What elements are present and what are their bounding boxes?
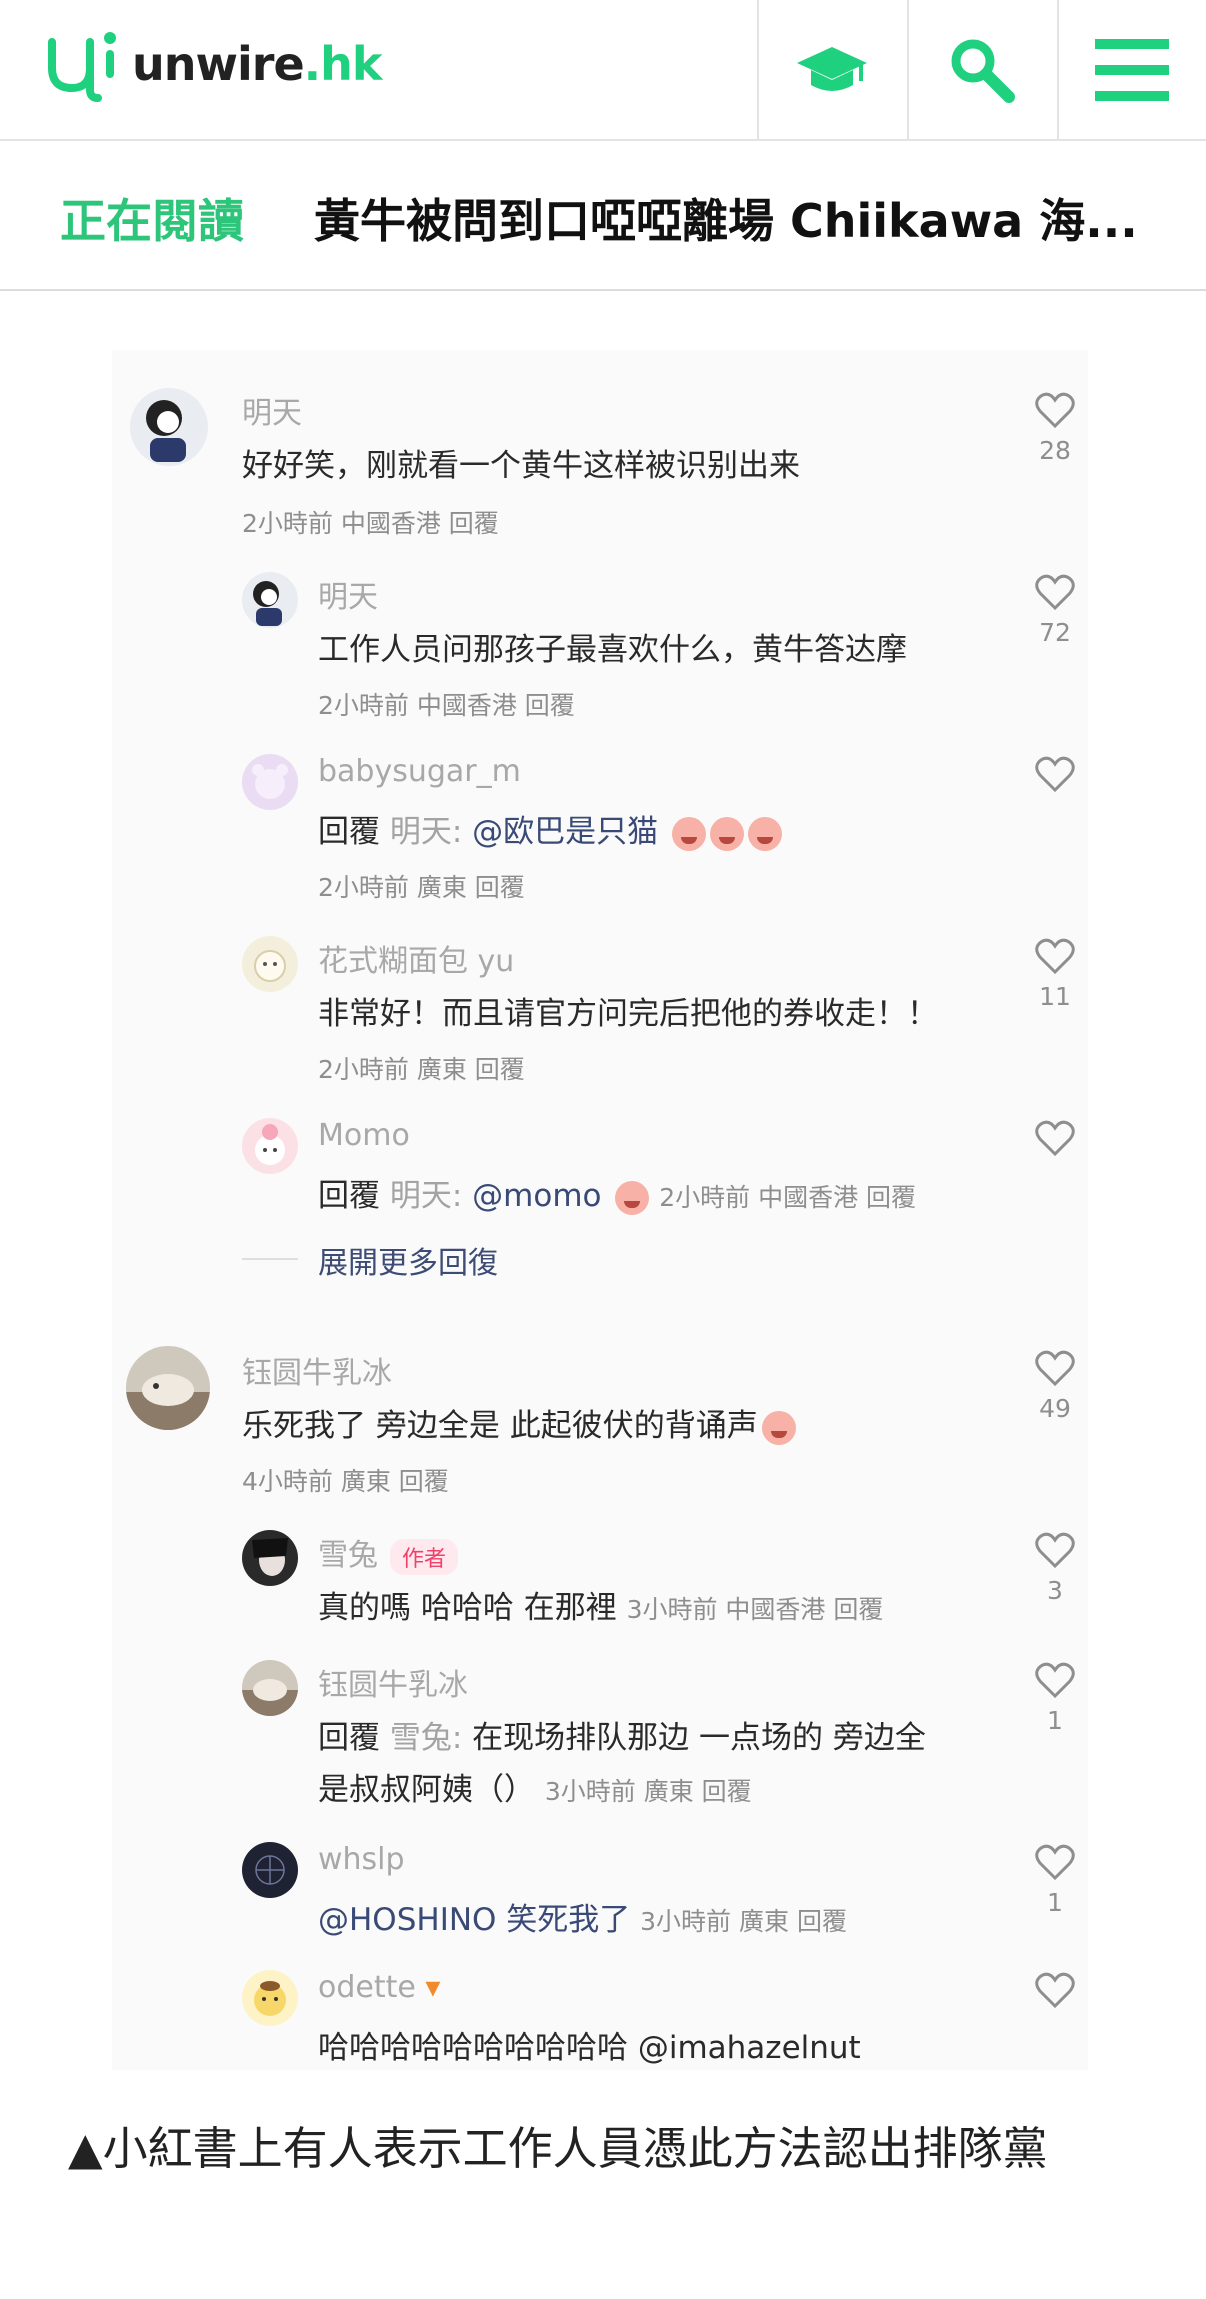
comment-meta: 2小時前 廣東 回覆 bbox=[318, 873, 525, 902]
avatar bbox=[242, 1118, 298, 1174]
divider bbox=[242, 1258, 298, 1260]
comment-meta: 2小時前 中國香港 回覆 bbox=[242, 509, 499, 538]
like-count: 3 bbox=[1047, 1576, 1063, 1605]
avatar bbox=[242, 754, 298, 810]
comment-text: 回覆 明天: @欧巴是只猫 bbox=[318, 806, 783, 851]
like-button[interactable]: 49 bbox=[1030, 1350, 1080, 1423]
avatar bbox=[242, 936, 298, 992]
like-button[interactable] bbox=[1030, 756, 1080, 792]
comment-text: 非常好！而且请官方问完后把他的券收走！！ bbox=[318, 996, 938, 1032]
search-button[interactable] bbox=[907, 0, 1055, 140]
like-button[interactable]: 11 bbox=[1030, 938, 1080, 1011]
comments-screenshot: 明天 好好笑，刚就看一个黄牛这样被识别出来 2小時前 中國香港 回覆 28 明天… bbox=[112, 350, 1088, 2070]
comment-text: @HOSHINO 笑死我了 3小時前 廣東 回覆 bbox=[318, 1902, 847, 1938]
comment-meta: 3小時前 中國香港 回覆 bbox=[626, 1595, 884, 1624]
like-button[interactable]: 72 bbox=[1030, 574, 1080, 647]
avatar bbox=[242, 1530, 298, 1586]
comment-meta: 3小時前 廣東 回覆 bbox=[544, 1777, 752, 1806]
comment-author[interactable]: odette ▾ bbox=[318, 1970, 440, 2005]
comment-text: 回覆 明天: @momo 2小時前 中國香港 回覆 bbox=[318, 1178, 917, 1215]
author-badge: 作者 bbox=[390, 1538, 459, 1575]
avatar bbox=[242, 572, 298, 628]
logo-text: unwire.hk bbox=[132, 37, 382, 91]
comment-text: 工作人员问那孩子最喜欢什么，黄牛答达摩 bbox=[318, 632, 907, 668]
comment-author[interactable]: 钰圆牛乳冰 bbox=[318, 1660, 468, 1704]
like-count: 72 bbox=[1039, 618, 1071, 647]
crying-emoji-icon bbox=[710, 816, 745, 851]
comment-text: 哈哈哈哈哈哈哈哈哈哈 @imahazelnut bbox=[318, 2030, 861, 2066]
menu-icon bbox=[1095, 39, 1169, 101]
heart-icon bbox=[1035, 1844, 1075, 1880]
carrot-emoji-icon: ▾ bbox=[415, 1970, 441, 2005]
like-button[interactable] bbox=[1030, 1972, 1080, 2008]
avatar bbox=[242, 1970, 298, 2026]
graduation-cap-icon bbox=[797, 47, 867, 91]
now-reading-title[interactable]: 黃牛被問到口啞啞離場 Chiikawa 海... bbox=[314, 185, 1174, 251]
education-button[interactable] bbox=[757, 0, 905, 140]
heart-icon bbox=[1035, 392, 1075, 428]
comment-meta: 2小時前 中國香港 回覆 bbox=[318, 691, 575, 720]
heart-icon bbox=[1035, 1972, 1075, 2008]
crying-emoji-icon bbox=[761, 1410, 796, 1445]
image-caption: ▲小紅書上有人表示工作人員憑此方法認出排隊黨 bbox=[68, 2122, 1048, 2175]
like-button[interactable]: 1 bbox=[1030, 1844, 1080, 1917]
comment-author[interactable]: 钰圆牛乳冰 bbox=[242, 1348, 392, 1392]
heart-icon bbox=[1035, 1532, 1075, 1568]
avatar bbox=[242, 1842, 298, 1898]
heart-icon bbox=[1035, 756, 1075, 792]
like-button[interactable] bbox=[1030, 1120, 1080, 1156]
heart-icon bbox=[1035, 1350, 1075, 1386]
crying-emoji-icon bbox=[672, 816, 707, 851]
logo-mark-icon bbox=[48, 32, 116, 102]
comment-author[interactable]: 明天 bbox=[242, 388, 302, 432]
comment-text-continued: 是叔叔阿姨（） 3小時前 廣東 回覆 bbox=[318, 1772, 752, 1808]
avatar bbox=[242, 1660, 298, 1716]
search-icon bbox=[951, 39, 1015, 103]
like-count: 1 bbox=[1047, 1888, 1063, 1917]
heart-icon bbox=[1035, 1662, 1075, 1698]
comment-meta: 4小時前 廣東 回覆 bbox=[242, 1467, 449, 1496]
like-count: 28 bbox=[1039, 436, 1071, 465]
heart-icon bbox=[1035, 1120, 1075, 1156]
like-count: 1 bbox=[1047, 1706, 1063, 1735]
comment-author[interactable]: 花式糊面包 yu bbox=[318, 936, 514, 980]
comment-text: 乐死我了 旁边全是 此起彼伏的背诵声 bbox=[242, 1400, 796, 1445]
expand-more-replies-link[interactable]: 展開更多回復 bbox=[318, 1238, 498, 1282]
crying-emoji-icon bbox=[615, 1180, 650, 1215]
comment-author[interactable]: babysugar_m bbox=[318, 754, 521, 789]
menu-button[interactable] bbox=[1057, 0, 1205, 140]
crying-emoji-icon bbox=[748, 816, 783, 851]
comment-meta: 2小時前 廣東 回覆 bbox=[318, 1055, 525, 1084]
heart-icon bbox=[1035, 574, 1075, 610]
avatar bbox=[130, 388, 208, 466]
comment-text: 真的嗎 哈哈哈 在那裡 3小時前 中國香港 回覆 bbox=[318, 1590, 884, 1626]
now-reading-label: 正在閱讀 bbox=[60, 194, 244, 248]
comment-text: 好好笑，刚就看一个黄牛这样被识别出来 bbox=[242, 448, 800, 484]
now-reading-bar: 正在閱讀 黃牛被問到口啞啞離場 Chiikawa 海... bbox=[0, 141, 1206, 291]
comment-author[interactable]: 明天 bbox=[318, 572, 378, 616]
avatar bbox=[126, 1346, 210, 1430]
comment-meta: 3小時前 廣東 回覆 bbox=[640, 1907, 847, 1936]
like-count: 49 bbox=[1039, 1394, 1071, 1423]
like-button[interactable]: 28 bbox=[1030, 392, 1080, 465]
comment-author[interactable]: whslp bbox=[318, 1842, 405, 1877]
comment-meta: 2小時前 中國香港 回覆 bbox=[659, 1183, 917, 1212]
site-logo[interactable]: unwire.hk bbox=[44, 24, 382, 104]
comment-author[interactable]: Momo bbox=[318, 1118, 410, 1153]
like-button[interactable]: 1 bbox=[1030, 1662, 1080, 1735]
top-navigation-bar: unwire.hk bbox=[0, 0, 1206, 141]
comment-author[interactable]: 雪兔 作者 bbox=[318, 1530, 459, 1575]
like-count: 11 bbox=[1039, 982, 1071, 1011]
comment-text: 回覆 雪兔: 在现场排队那边 一点场的 旁边全 bbox=[318, 1720, 926, 1756]
heart-icon bbox=[1035, 938, 1075, 974]
like-button[interactable]: 3 bbox=[1030, 1532, 1080, 1605]
